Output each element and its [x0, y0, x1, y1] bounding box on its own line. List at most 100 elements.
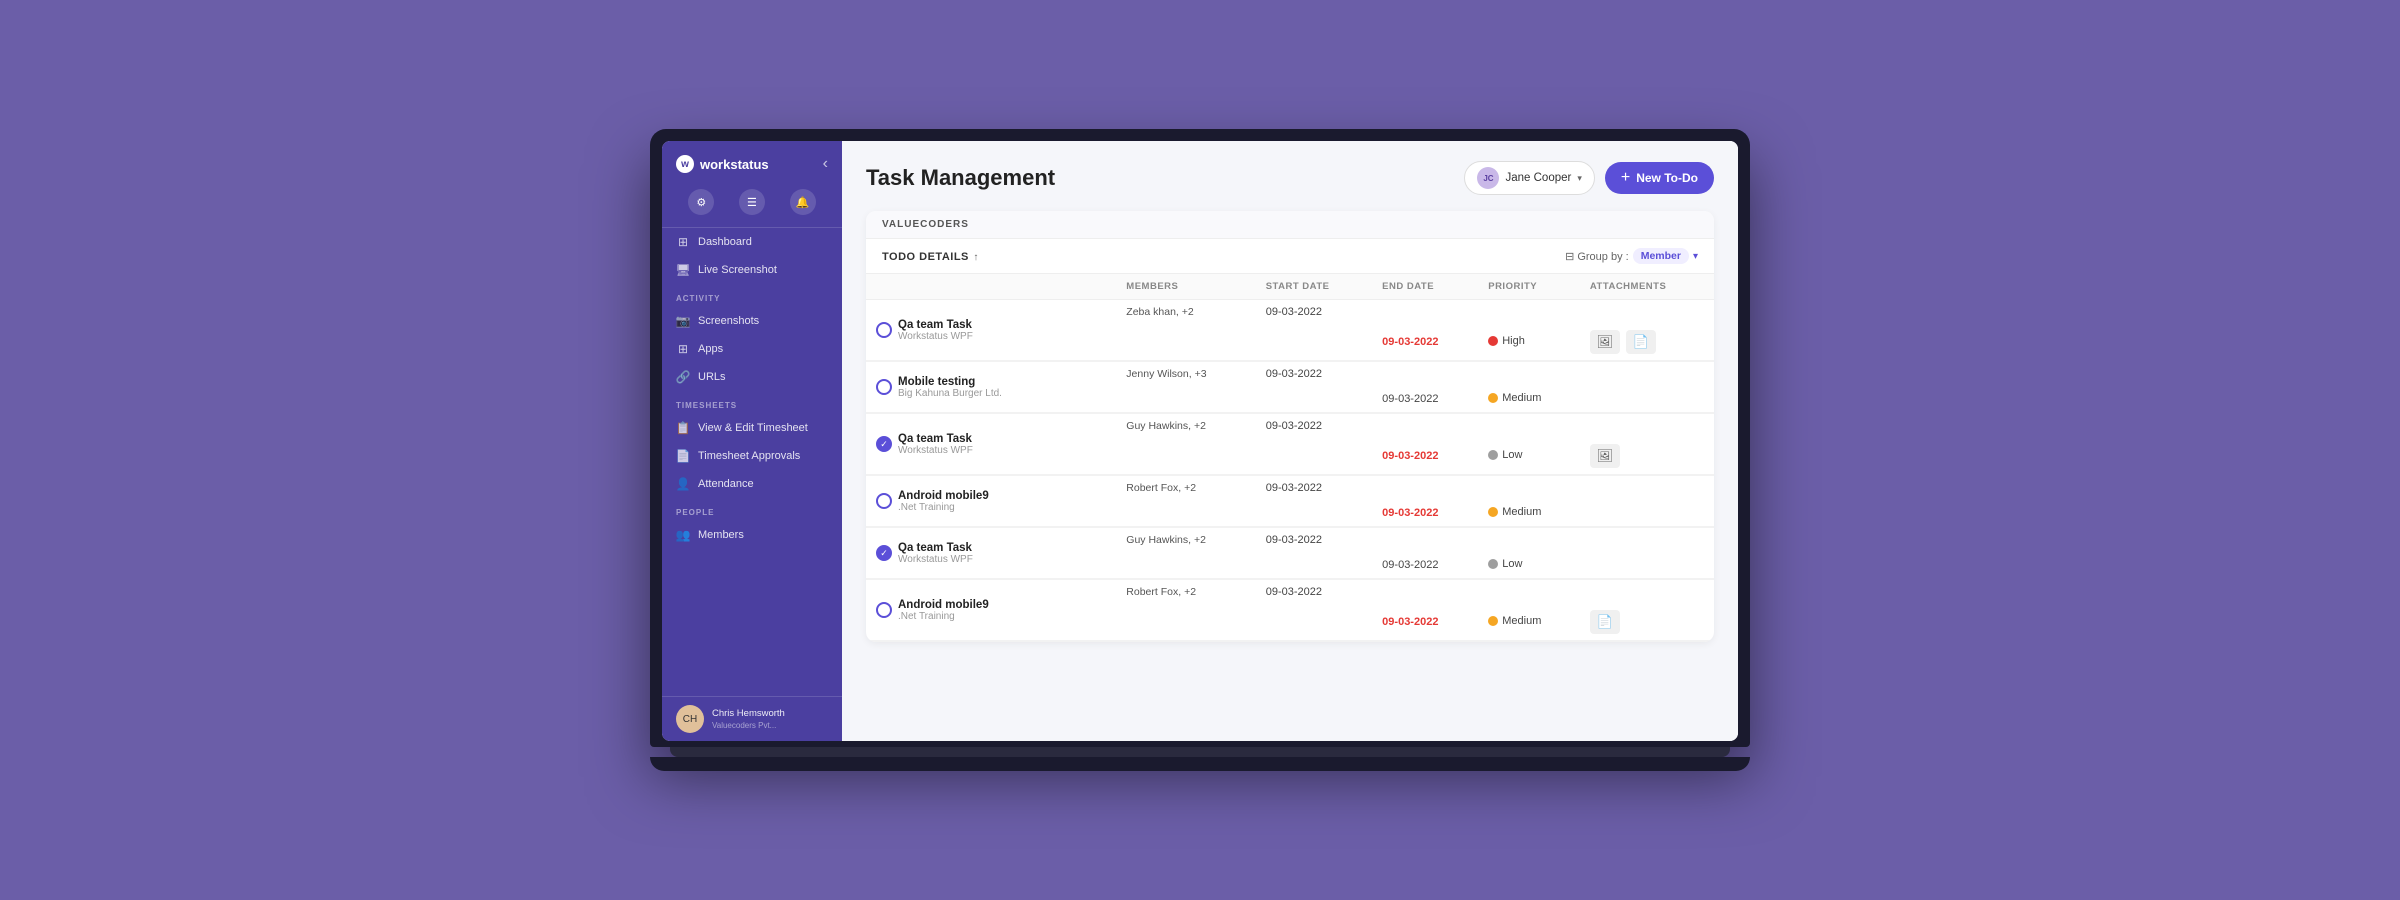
task-start-date: 09-03-2022	[1256, 580, 1372, 605]
task-title: Qa team Task	[898, 319, 973, 331]
task-start-2	[1256, 604, 1372, 641]
task-priority-empty	[1478, 362, 1580, 387]
screenshots-icon: 📷	[676, 314, 690, 328]
col-priority: PRIORITY	[1478, 274, 1580, 300]
chevron-down-icon: ▾	[1577, 173, 1582, 184]
priority-label: Medium	[1502, 392, 1541, 404]
task-attachments: 🖼📄	[1580, 324, 1714, 361]
task-priority-empty	[1478, 476, 1580, 501]
user-info: Chris Hemsworth Valuecoders Pvt...	[712, 708, 785, 729]
attachment-icon[interactable]: 📄	[1590, 610, 1620, 634]
task-members: Guy Hawkins, +2	[1116, 528, 1255, 553]
task-checkbox[interactable]	[876, 436, 892, 452]
sidebar-item-dashboard[interactable]: ⊞ Dashboard	[662, 228, 842, 256]
task-priority: High	[1478, 324, 1580, 361]
task-end-date-empty	[1372, 580, 1478, 605]
sidebar-icons-row: ⚙ ☰ 🔔	[662, 183, 842, 228]
menu-icon-btn[interactable]: ☰	[739, 189, 765, 215]
priority-dot	[1488, 507, 1498, 517]
task-attachments-empty	[1580, 414, 1714, 439]
task-end-date: 09-03-2022	[1372, 500, 1478, 527]
task-members-2	[1116, 552, 1255, 579]
logo: w workstatus	[676, 155, 769, 173]
task-priority: Medium	[1478, 604, 1580, 641]
sidebar-user: CH Chris Hemsworth Valuecoders Pvt...	[662, 696, 842, 741]
table-row: Qa team Task Workstatus WPF Zeba khan, +…	[866, 300, 1714, 325]
task-checkbox[interactable]	[876, 379, 892, 395]
urls-icon: 🔗	[676, 370, 690, 384]
task-end-date: 09-03-2022	[1372, 386, 1478, 413]
logo-icon: w	[676, 155, 694, 173]
timesheet-icon: 📋	[676, 421, 690, 435]
activity-section-label: ACTIVITY	[662, 284, 842, 307]
sidebar-item-label: Attendance	[698, 478, 754, 490]
col-attachments: ATTACHMENTS	[1580, 274, 1714, 300]
task-attachments: 🖼	[1580, 438, 1714, 475]
task-end-date: 09-03-2022	[1372, 552, 1478, 579]
page-header: Task Management JC Jane Cooper ▾ + New T…	[866, 161, 1714, 195]
col-end-date: END DATE	[1372, 274, 1478, 300]
task-start-2	[1256, 324, 1372, 361]
plus-icon: +	[1621, 169, 1630, 187]
group-label: VALUECODERS	[866, 211, 1714, 239]
attachment-icon[interactable]: 🖼	[1590, 444, 1620, 468]
user-selector[interactable]: JC Jane Cooper ▾	[1464, 161, 1594, 195]
task-title: Android mobile9	[898, 490, 989, 502]
attachment-icon[interactable]: 📄	[1626, 330, 1656, 354]
sidebar-collapse-button[interactable]: ‹	[823, 155, 828, 173]
notifications-icon-btn[interactable]: 🔔	[790, 189, 816, 215]
sidebar-item-members[interactable]: 👥 Members	[662, 521, 842, 549]
task-attachments	[1580, 552, 1714, 579]
task-subtitle: .Net Training	[898, 502, 989, 513]
task-end-date: 09-03-2022	[1372, 324, 1478, 361]
task-checkbox[interactable]	[876, 493, 892, 509]
task-subtitle: Workstatus WPF	[898, 554, 973, 565]
sidebar-item-label: Timesheet Approvals	[698, 450, 800, 462]
sidebar-item-screenshots[interactable]: 📷 Screenshots	[662, 307, 842, 335]
apps-icon: ⊞	[676, 342, 690, 356]
task-name-cell: Qa team Task Workstatus WPF	[866, 414, 1116, 475]
header-actions: JC Jane Cooper ▾ + New To-Do	[1464, 161, 1714, 195]
task-attachments-empty	[1580, 528, 1714, 553]
task-attachments-empty	[1580, 580, 1714, 605]
priority-dot	[1488, 559, 1498, 569]
sidebar-item-timesheet-approvals[interactable]: 📄 Timesheet Approvals	[662, 442, 842, 470]
task-attachments: 📄	[1580, 604, 1714, 641]
task-checkbox[interactable]	[876, 545, 892, 561]
task-name-cell: Mobile testing Big Kahuna Burger Ltd.	[866, 362, 1116, 413]
task-priority: Low	[1478, 438, 1580, 475]
task-end-date-empty	[1372, 476, 1478, 501]
sidebar-item-live-screenshot[interactable]: 🖥 Live Screenshot	[662, 256, 842, 284]
priority-label: Medium	[1502, 506, 1541, 518]
priority-dot	[1488, 336, 1498, 346]
sidebar-item-urls[interactable]: 🔗 URLs	[662, 363, 842, 391]
task-checkbox[interactable]	[876, 602, 892, 618]
task-checkbox[interactable]	[876, 322, 892, 338]
new-todo-label: New To-Do	[1636, 171, 1698, 185]
sidebar-item-label: URLs	[698, 371, 726, 383]
logo-label: workstatus	[700, 157, 769, 172]
task-members-2	[1116, 438, 1255, 475]
people-section-label: PEOPLE	[662, 498, 842, 521]
timesheets-section-label: TIMESHEETS	[662, 391, 842, 414]
task-name-cell: Android mobile9 .Net Training	[866, 580, 1116, 641]
task-end-date: 09-03-2022	[1372, 604, 1478, 641]
task-end-date-empty	[1372, 300, 1478, 325]
new-todo-button[interactable]: + New To-Do	[1605, 162, 1714, 194]
table-header: MEMBERS START DATE END DATE PRIORITY ATT…	[866, 274, 1714, 300]
task-priority-empty	[1478, 528, 1580, 553]
task-priority: Medium	[1478, 500, 1580, 527]
user-selector-name: Jane Cooper	[1505, 172, 1571, 184]
sidebar-item-view-edit-timesheet[interactable]: 📋 View & Edit Timesheet	[662, 414, 842, 442]
attachment-icon[interactable]: 🖼	[1590, 330, 1620, 354]
task-members: Jenny Wilson, +3	[1116, 362, 1255, 387]
table-row: Android mobile9 .Net Training Robert Fox…	[866, 580, 1714, 605]
screen: w workstatus ‹ ⚙ ☰ 🔔 ⊞ Dashboard	[662, 141, 1738, 741]
task-subtitle: Big Kahuna Burger Ltd.	[898, 388, 1002, 399]
sidebar-item-apps[interactable]: ⊞ Apps	[662, 335, 842, 363]
task-start-date: 09-03-2022	[1256, 300, 1372, 325]
col-todo-details	[866, 274, 1116, 300]
settings-icon-btn[interactable]: ⚙	[688, 189, 714, 215]
group-by-value[interactable]: Member	[1633, 248, 1689, 264]
sidebar-item-attendance[interactable]: 👤 Attendance	[662, 470, 842, 498]
